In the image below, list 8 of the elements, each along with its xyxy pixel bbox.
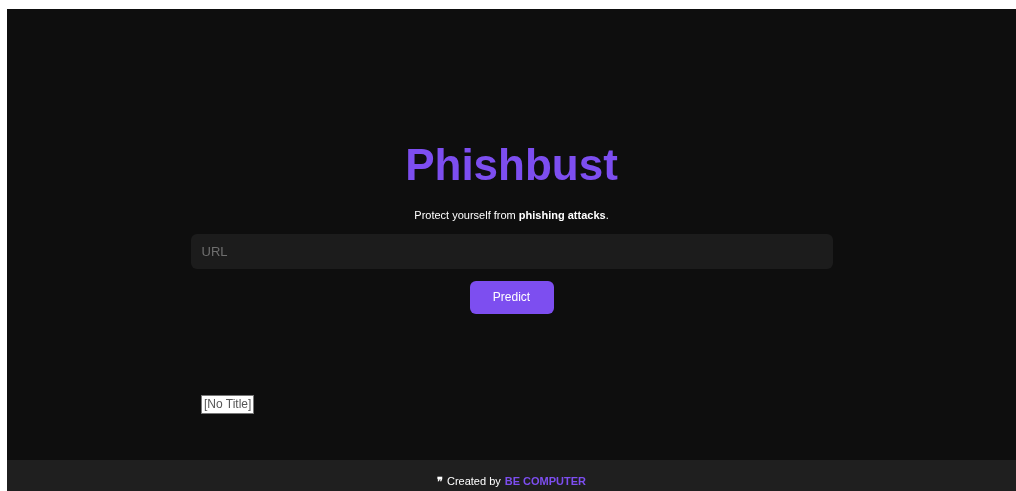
app-title: Phishbust <box>405 141 618 189</box>
url-field[interactable]: URL <box>190 233 833 269</box>
author-link[interactable]: BE COMPUTER <box>504 473 587 490</box>
footer-text: Created by <box>446 474 501 490</box>
quote-icon: ❞ <box>436 473 443 490</box>
tooltip: [No Title] <box>201 395 255 414</box>
tagline: Protect yourself from phishing attacks. <box>414 208 609 223</box>
predict-button[interactable]: Predict <box>469 280 554 314</box>
